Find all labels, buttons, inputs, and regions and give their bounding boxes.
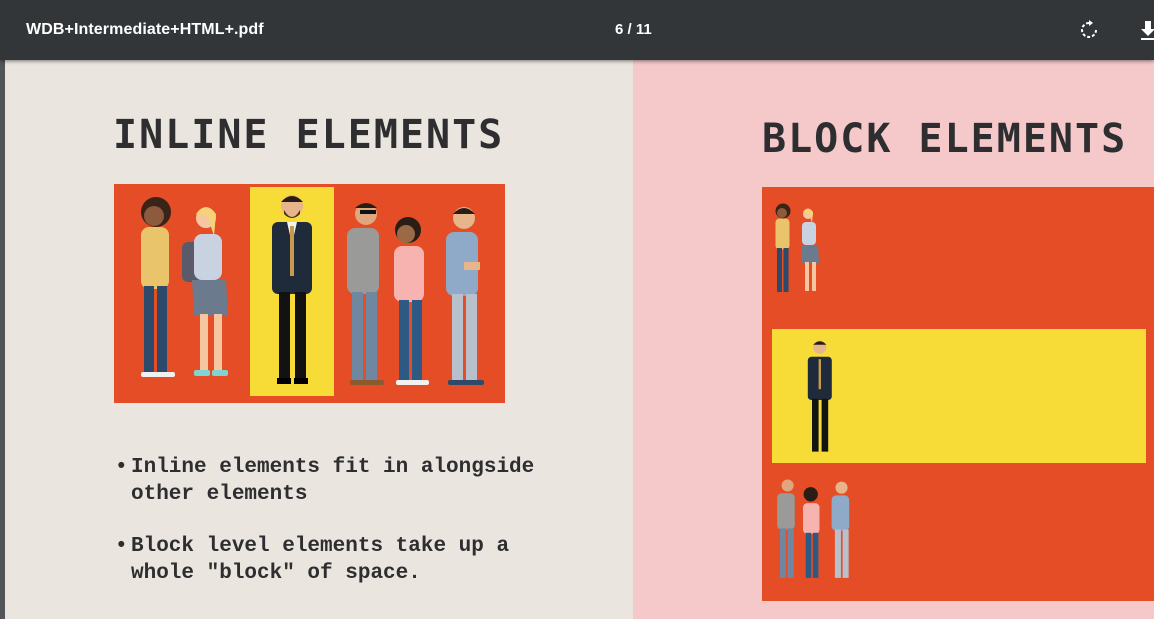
bullet-list: Inline elements fit in alongside other e… [115,454,535,612]
bullet-item: Block level elements take up a whole "bl… [115,533,535,587]
slide-inline-elements: INLINE ELEMENTS • Inline elements fit in… [5,60,633,619]
pdf-page: INLINE ELEMENTS • Inline elements fit in… [5,60,1154,619]
block-heading: BLOCK ELEMENTS [762,116,1128,162]
rotate-icon[interactable] [1077,18,1101,42]
bullet-item: Inline elements fit in alongside other e… [115,454,535,508]
block-illustration [762,187,1154,601]
pdf-toolbar: WDB+Intermediate+HTML+.pdf 6 / 11 [0,0,1154,60]
inline-heading: INLINE ELEMENTS [113,112,505,158]
document-title: WDB+Intermediate+HTML+.pdf [26,21,264,38]
download-icon[interactable] [1136,18,1154,42]
inline-illustration [114,184,505,403]
slide-block-elements: BLOCK ELEMENTS [633,60,1154,619]
page-indicator[interactable]: 6 / 11 [615,21,652,38]
